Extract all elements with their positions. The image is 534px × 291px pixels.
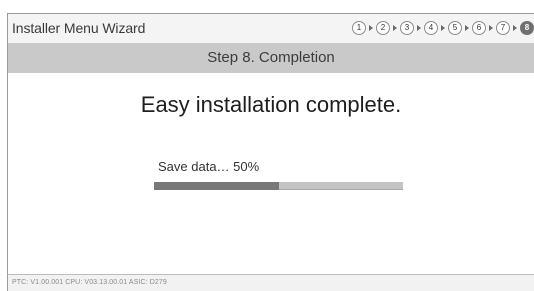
- completion-message: Easy installation complete.: [140, 92, 402, 117]
- step-indicator-6: 6: [472, 21, 486, 35]
- content-panel: Easy installation complete. Save data… 5…: [7, 73, 534, 274]
- version-info: PTC: V1.00.001 CPU: V03.13.00.01 ASIC: D…: [12, 279, 167, 286]
- step-arrow-icon: [393, 25, 397, 31]
- screen-top-margin: [0, 0, 534, 8]
- step-arrow-icon: [369, 25, 373, 31]
- progress-label: Save data… 50%: [158, 159, 260, 174]
- step-indicator: 12345678: [352, 21, 534, 35]
- footer-bar: PTC: V1.00.001 CPU: V03.13.00.01 ASIC: D…: [7, 274, 534, 291]
- step-indicator-2: 2: [376, 21, 390, 35]
- step-indicator-7: 7: [496, 21, 510, 35]
- title-bar: Installer Menu Wizard 12345678: [7, 13, 534, 43]
- step-indicator-5: 5: [448, 21, 462, 35]
- step-arrow-icon: [441, 25, 445, 31]
- step-arrow-icon: [489, 25, 493, 31]
- progress-bar: [154, 182, 403, 190]
- installer-screen: Installer Menu Wizard 12345678 Step 8. C…: [0, 0, 534, 291]
- step-title: Step 8. Completion: [207, 49, 335, 66]
- step-arrow-icon: [417, 25, 421, 31]
- step-header: Step 8. Completion: [7, 43, 534, 73]
- step-indicator-1: 1: [352, 21, 366, 35]
- step-indicator-4: 4: [424, 21, 438, 35]
- progress-bar-fill: [154, 182, 279, 190]
- step-arrow-icon: [513, 25, 517, 31]
- step-indicator-8: 8: [520, 21, 534, 35]
- app-title: Installer Menu Wizard: [12, 20, 146, 36]
- step-arrow-icon: [465, 25, 469, 31]
- step-indicator-3: 3: [400, 21, 414, 35]
